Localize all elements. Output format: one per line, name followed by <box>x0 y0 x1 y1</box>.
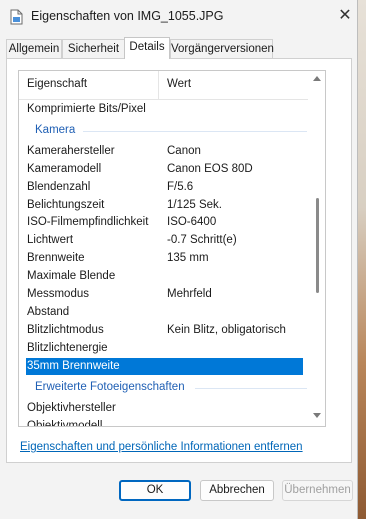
property-name: Lichtwert <box>27 234 74 246</box>
close-button[interactable]: ✕ <box>334 5 356 27</box>
list-item[interactable]: Blendenzahl F/5.6 <box>27 179 304 196</box>
property-value: 1/125 Sek. <box>167 199 222 211</box>
scroll-up-arrow-icon[interactable] <box>313 76 321 81</box>
group-header-camera: Kamera <box>35 124 76 136</box>
remove-properties-link[interactable]: Eigenschaften und persönliche Informatio… <box>20 441 303 453</box>
scroll-thumb[interactable] <box>316 198 319 293</box>
property-name: Kameramodell <box>27 163 102 175</box>
list-item[interactable]: ISO-Filmempfindlichkeit ISO-6400 <box>27 214 304 231</box>
property-name: Messmodus <box>27 288 89 300</box>
property-name: Blendenzahl <box>27 181 91 193</box>
list-item[interactable]: Objektivhersteller <box>27 400 304 417</box>
vertical-scrollbar[interactable] <box>309 71 325 426</box>
list-item[interactable]: Brennweite 135 mm <box>27 250 304 267</box>
tab-sicherheit[interactable]: Sicherheit <box>62 39 125 58</box>
property-name: Objektivmodell <box>27 420 103 427</box>
property-value: -0.7 Schritt(e) <box>167 234 237 246</box>
title-bar: Eigenschaften von IMG_1055.JPG ✕ <box>0 0 358 34</box>
list-item[interactable]: Blitzlichtmodus Kein Blitz, obligatorisch <box>27 322 304 339</box>
column-divider[interactable] <box>158 71 159 99</box>
property-name: Blitzlichtenergie <box>27 342 108 354</box>
list-item[interactable]: Blitzlichtenergie <box>27 340 304 357</box>
property-value: Canon EOS 80D <box>167 163 253 175</box>
file-icon <box>10 9 23 25</box>
property-value: Mehrfeld <box>167 288 212 300</box>
window-title: Eigenschaften von IMG_1055.JPG <box>31 9 224 23</box>
property-value: 135 mm <box>167 252 209 264</box>
property-name: Maximale Blende <box>27 270 116 282</box>
property-value: ISO-6400 <box>167 216 217 228</box>
list-item[interactable]: Maximale Blende <box>27 268 304 285</box>
cancel-button[interactable]: Abbrechen <box>200 480 274 501</box>
list-item[interactable]: Komprimierte Bits/Pixel <box>27 101 304 118</box>
property-name: Kamerahersteller <box>27 145 115 157</box>
list-item[interactable]: Objektivmodell <box>27 418 304 427</box>
property-value: F/5.6 <box>167 181 194 193</box>
list-item[interactable]: Kameramodell Canon EOS 80D <box>27 161 304 178</box>
list-header: Eigenschaft Wert <box>19 71 308 100</box>
list-item[interactable]: Belichtungszeit 1/125 Sek. <box>27 197 304 214</box>
property-list[interactable]: Eigenschaft Wert Komprimierte Bits/Pixel… <box>18 70 326 427</box>
list-item[interactable]: Messmodus Mehrfeld <box>27 286 304 303</box>
column-header-property[interactable]: Eigenschaft <box>27 78 87 90</box>
property-name: ISO-Filmempfindlichkeit <box>27 216 149 228</box>
property-name: Brennweite <box>27 252 85 264</box>
scroll-down-arrow-icon[interactable] <box>313 413 321 418</box>
property-name: Abstand <box>27 306 70 318</box>
property-value: Kein Blitz, obligatorisch <box>167 324 286 336</box>
close-icon: ✕ <box>338 7 352 24</box>
ok-button[interactable]: OK <box>119 480 191 501</box>
tab-details[interactable]: Details <box>124 37 170 59</box>
property-name: Belichtungszeit <box>27 199 105 211</box>
property-name: 35mm Brennweite <box>27 360 120 372</box>
group-header-advanced-photo: Erweiterte Fotoeigenschaften <box>35 381 185 393</box>
property-name: Blitzlichtmodus <box>27 324 104 336</box>
list-item[interactable]: Abstand <box>27 304 304 321</box>
property-name: Komprimierte Bits/Pixel <box>27 103 146 115</box>
tab-allgemein[interactable]: Allgemein <box>6 39 62 58</box>
apply-button[interactable]: Übernehmen <box>282 480 353 501</box>
group-divider <box>83 131 307 132</box>
list-item-selected[interactable]: 35mm Brennweite <box>26 358 303 375</box>
tab-vorgaengerversionen[interactable]: Vorgängerversionen <box>170 39 274 58</box>
group-divider <box>195 388 307 389</box>
list-item[interactable]: Kamerahersteller Canon <box>27 143 304 160</box>
list-item[interactable]: Lichtwert -0.7 Schritt(e) <box>27 232 304 249</box>
column-header-value[interactable]: Wert <box>167 78 191 90</box>
property-value: Canon <box>167 145 201 157</box>
property-name: Objektivhersteller <box>27 402 116 414</box>
